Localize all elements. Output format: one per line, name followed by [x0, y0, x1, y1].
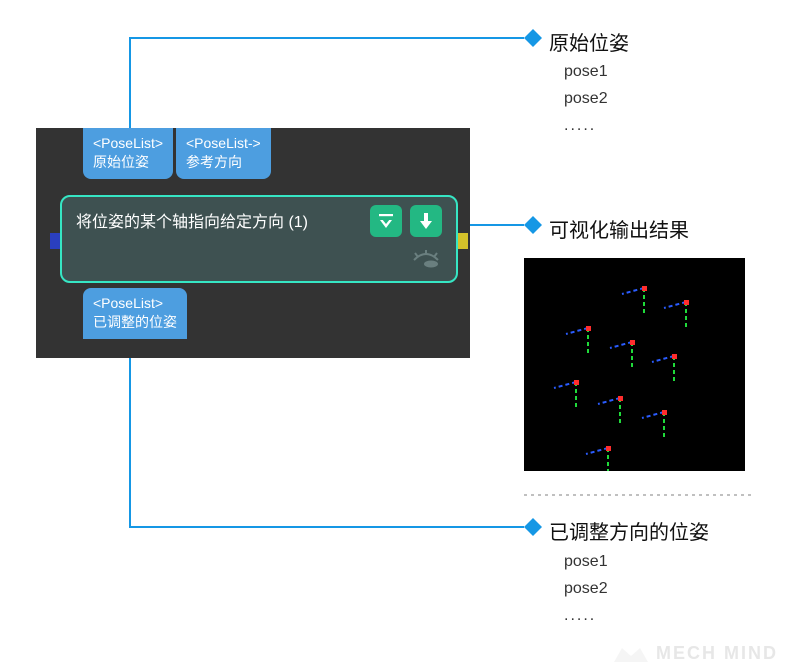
- output-port-adjusted-pose[interactable]: <PoseList> 已调整的位姿: [83, 288, 187, 339]
- input-port-original-pose[interactable]: <PoseList> 原始位姿: [83, 128, 173, 179]
- node-exec-out-port[interactable]: [458, 233, 468, 249]
- node-expand-button[interactable]: [370, 205, 402, 237]
- expand-down-icon: [377, 212, 395, 230]
- watermark-text: MECH MIND: [656, 643, 778, 664]
- annotation-title-adjusted: 已调整方向的位姿: [549, 516, 709, 545]
- port-label: 参考方向: [186, 153, 261, 172]
- list-item: pose1: [564, 548, 608, 575]
- input-port-ref-direction[interactable]: <PoseList-> 参考方向: [176, 128, 271, 179]
- port-type: <PoseList>: [93, 294, 177, 313]
- list-item: pose2: [564, 575, 608, 602]
- node-exec-in-port[interactable]: [50, 233, 60, 249]
- annotation-title-vis: 可视化输出结果: [549, 214, 689, 243]
- list-item: pose1: [564, 58, 608, 85]
- port-type: <PoseList>: [93, 134, 163, 153]
- node-run-button[interactable]: [410, 205, 442, 237]
- watermark: MECH MIND: [614, 643, 778, 664]
- watermark-logo-icon: [614, 644, 648, 664]
- port-label: 已调整的位姿: [93, 313, 177, 332]
- node-title: 将位姿的某个轴指向给定方向 (1): [76, 208, 308, 232]
- list-more: .....: [564, 602, 608, 629]
- port-type: <PoseList->: [186, 134, 261, 153]
- visualization-thumbnail: [524, 258, 745, 471]
- annotation-list-original: pose1 pose2 .....: [564, 58, 608, 140]
- arrow-down-icon: [418, 212, 434, 230]
- list-more: .....: [564, 112, 608, 139]
- annotation-title-original: 原始位姿: [549, 27, 629, 56]
- annotation-list-adjusted: pose1 pose2 .....: [564, 548, 608, 630]
- visibility-icon[interactable]: [412, 250, 440, 273]
- node-block[interactable]: 将位姿的某个轴指向给定方向 (1): [60, 195, 458, 283]
- port-label: 原始位姿: [93, 153, 163, 172]
- list-item: pose2: [564, 85, 608, 112]
